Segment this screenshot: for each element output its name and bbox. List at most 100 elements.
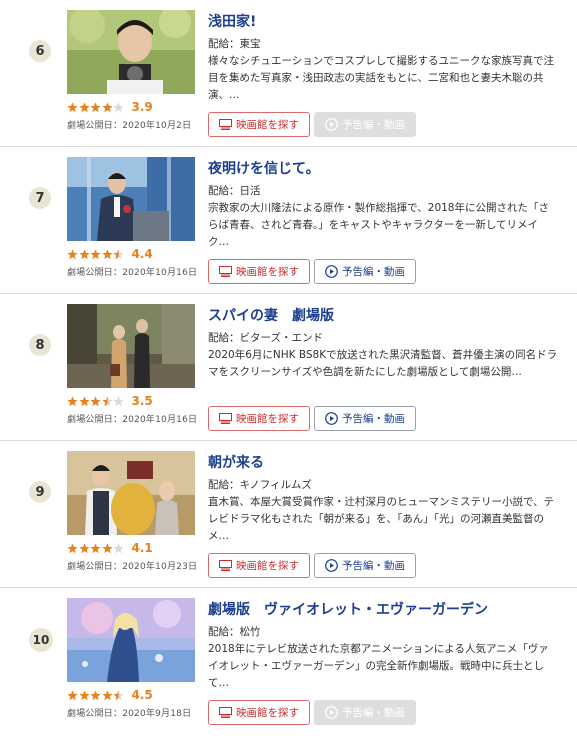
- trailer-button[interactable]: 予告編・動画: [314, 553, 416, 578]
- star-icon: [90, 395, 101, 407]
- find-theater-button[interactable]: 映画館を探す: [208, 259, 310, 284]
- star-icon: [67, 542, 78, 554]
- find-theater-label: 映画館を探す: [236, 707, 299, 719]
- movie-item: 6 3.9 劇場公開日：2020年10月2日 浅田家! 配給：東宝 様々なシチュ…: [0, 0, 577, 147]
- movie-title[interactable]: スパイの妻 劇場版: [208, 305, 334, 325]
- movie-description: 宗教家の大川隆法による原作・製作総指揮で、2018年に公開された「さらば青春、さ…: [208, 202, 549, 248]
- rank-badge: 9: [29, 481, 51, 503]
- star-rating: [67, 395, 125, 407]
- movie-description: 直木賞、本屋大賞受賞作家・辻村深月のヒューマンミステリー小説で、テレビドラマ化も…: [208, 496, 555, 542]
- theater-screen-icon: [219, 707, 232, 718]
- distributor: 配給：松竹: [208, 626, 261, 638]
- movie-poster-thumbnail[interactable]: [67, 451, 195, 535]
- star-icon: [90, 101, 101, 113]
- star-icon: [90, 248, 101, 260]
- trailer-label: 予告編・動画: [342, 119, 405, 131]
- release-date: 劇場公開日：2020年10月23日: [67, 562, 198, 572]
- star-icon: [78, 542, 90, 554]
- rank-badge: 6: [29, 40, 51, 62]
- rank-badge: 8: [29, 334, 51, 356]
- star-icon: [113, 689, 124, 701]
- distributor: 配給：東宝: [208, 38, 261, 50]
- movie-item: 10 4.5 劇場公開日：2020年9月18日 劇場版 ヴァイオレット・エヴァー…: [0, 588, 577, 750]
- star-icon: [101, 101, 113, 113]
- rating-score: 4.4: [131, 247, 153, 261]
- distributor: 配給：日活: [208, 185, 261, 197]
- rating-score: 4.5: [131, 688, 153, 702]
- play-circle-icon: [325, 118, 338, 131]
- star-icon: [113, 542, 124, 554]
- rating-score: 4.1: [131, 541, 153, 555]
- find-theater-label: 映画館を探す: [236, 560, 299, 572]
- rating-score: 3.9: [131, 100, 153, 114]
- star-icon: [78, 248, 90, 260]
- rank-badge: 10: [29, 628, 53, 652]
- star-icon: [67, 248, 78, 260]
- rank-badge: 7: [29, 187, 51, 209]
- find-theater-button[interactable]: 映画館を探す: [208, 553, 310, 578]
- movie-poster-thumbnail[interactable]: [67, 304, 195, 388]
- play-circle-icon: [325, 559, 338, 572]
- movie-item: 7 4.4 劇場公開日：2020年10月16日 夜明けを信じて。 配給：日活 宗…: [0, 147, 577, 294]
- distributor: 配給：キノフィルムズ: [208, 479, 312, 491]
- find-theater-label: 映画館を探す: [236, 413, 299, 425]
- play-circle-icon: [325, 265, 338, 278]
- trailer-label: 予告編・動画: [342, 560, 405, 572]
- movie-poster-thumbnail[interactable]: [67, 157, 195, 241]
- play-circle-icon: [325, 706, 338, 719]
- find-theater-label: 映画館を探す: [236, 119, 299, 131]
- find-theater-button[interactable]: 映画館を探す: [208, 406, 310, 431]
- star-icon: [78, 395, 90, 407]
- star-rating: [67, 542, 125, 554]
- movie-ranking-list: 6 3.9 劇場公開日：2020年10月2日 浅田家! 配給：東宝 様々なシチュ…: [0, 0, 577, 750]
- find-theater-button[interactable]: 映画館を探す: [208, 700, 310, 725]
- movie-poster-thumbnail[interactable]: [67, 598, 195, 682]
- play-circle-icon: [325, 412, 338, 425]
- movie-title[interactable]: 劇場版 ヴァイオレット・エヴァーガーデン: [208, 599, 488, 619]
- star-icon: [90, 689, 101, 701]
- movie-description: 様々なシチュエーションでコスプレして撮影するユニークな家族写真で注目を集めた写真…: [208, 55, 554, 101]
- release-date: 劇場公開日：2020年9月18日: [67, 709, 192, 719]
- trailer-button[interactable]: 予告編・動画: [314, 259, 416, 284]
- movie-description: 2020年6月にNHK BS8Kで放送された黒沢清監督、蒼井優主演の同名ドラマを…: [208, 349, 558, 378]
- theater-screen-icon: [219, 560, 232, 571]
- star-icon: [113, 395, 124, 407]
- rating: 3.5: [67, 394, 153, 408]
- distributor: 配給：ビターズ・エンド: [208, 332, 323, 344]
- trailer-label: 予告編・動画: [342, 707, 405, 719]
- rating-score: 3.5: [131, 394, 153, 408]
- release-date: 劇場公開日：2020年10月2日: [67, 121, 192, 131]
- release-date: 劇場公開日：2020年10月16日: [67, 268, 198, 278]
- star-icon: [90, 542, 101, 554]
- trailer-button: 予告編・動画: [314, 700, 416, 725]
- movie-title[interactable]: 朝が来る: [208, 452, 264, 472]
- movie-item: 9 4.1 劇場公開日：2020年10月23日 朝が来る 配給：キノフィルムズ …: [0, 441, 577, 588]
- star-icon: [101, 542, 113, 554]
- rating: 4.1: [67, 541, 153, 555]
- movie-item: 8 3.5 劇場公開日：2020年10月16日 スパイの妻 劇場版 配給：ビター…: [0, 294, 577, 441]
- trailer-label: 予告編・動画: [342, 413, 405, 425]
- star-icon: [101, 689, 113, 701]
- find-theater-label: 映画館を探す: [236, 266, 299, 278]
- star-rating: [67, 101, 125, 113]
- movie-poster-thumbnail[interactable]: [67, 10, 195, 94]
- star-icon: [101, 395, 113, 407]
- trailer-label: 予告編・動画: [342, 266, 405, 278]
- star-rating: [67, 689, 125, 701]
- release-date: 劇場公開日：2020年10月16日: [67, 415, 198, 425]
- movie-title[interactable]: 夜明けを信じて。: [208, 158, 320, 178]
- find-theater-button[interactable]: 映画館を探す: [208, 112, 310, 137]
- star-icon: [78, 689, 90, 701]
- movie-title[interactable]: 浅田家!: [208, 11, 256, 31]
- star-icon: [113, 248, 124, 260]
- star-icon: [78, 101, 90, 113]
- star-rating: [67, 248, 125, 260]
- trailer-button[interactable]: 予告編・動画: [314, 406, 416, 431]
- star-icon: [67, 395, 78, 407]
- theater-screen-icon: [219, 413, 232, 424]
- star-icon: [113, 101, 124, 113]
- star-icon: [67, 101, 78, 113]
- rating: 3.9: [67, 100, 153, 114]
- trailer-button: 予告編・動画: [314, 112, 416, 137]
- rating: 4.5: [67, 688, 153, 702]
